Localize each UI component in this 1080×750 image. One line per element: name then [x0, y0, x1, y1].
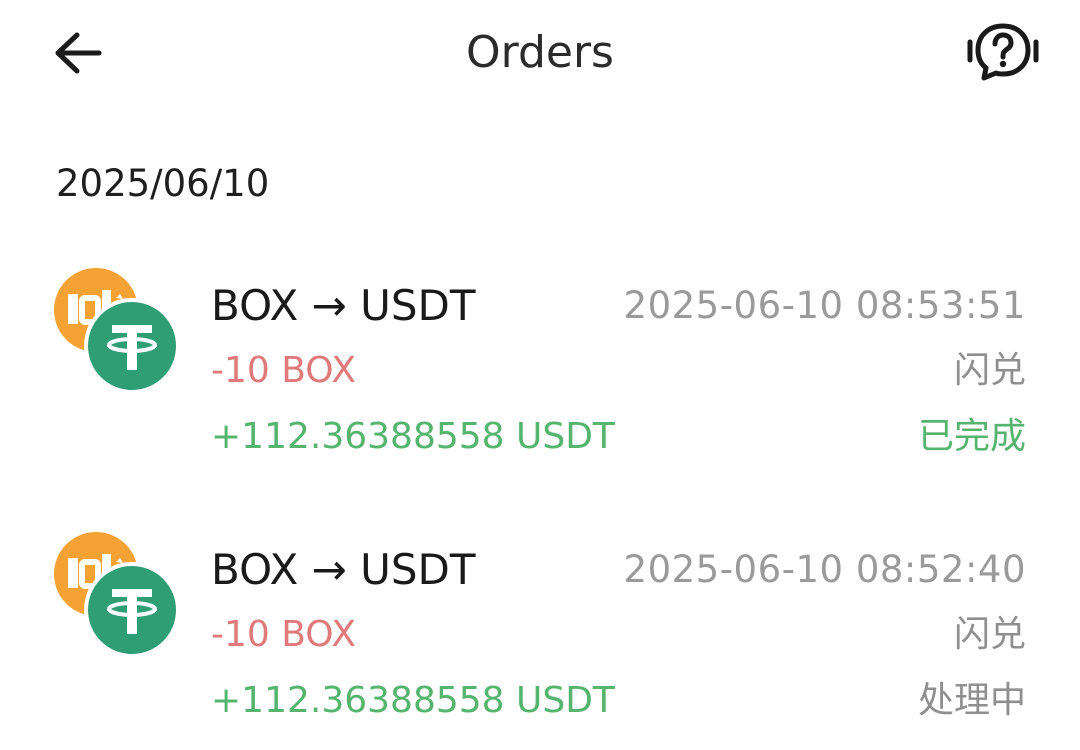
- back-button[interactable]: [48, 26, 106, 80]
- order-type: 闪兑: [953, 350, 1026, 391]
- order-credit-amount: +112.36388558 USDT: [211, 416, 615, 457]
- order-status: 已完成: [917, 416, 1026, 457]
- header-bar: Orders: [0, 0, 1080, 110]
- usdt-coin-icon: [84, 298, 180, 394]
- page-title: Orders: [466, 27, 614, 78]
- order-item[interactable]: BOX → USDT 2025-06-10 08:53:51 -10 BOX 闪…: [0, 268, 1080, 468]
- order-pair: BOX → USDT: [211, 545, 476, 594]
- order-debit-amount: -10 BOX: [211, 614, 357, 655]
- arrow-left-icon: [55, 32, 102, 74]
- coin-pair-icon: [54, 532, 180, 658]
- help-button[interactable]: [962, 20, 1044, 84]
- order-type: 闪兑: [953, 614, 1026, 655]
- usdt-coin-icon: [84, 562, 180, 658]
- order-time: 2025-06-10 08:52:40: [623, 548, 1026, 591]
- order-time: 2025-06-10 08:53:51: [623, 284, 1026, 327]
- order-credit-amount: +112.36388558 USDT: [211, 680, 615, 721]
- coin-pair-icon: [54, 268, 180, 394]
- help-chat-icon: [967, 23, 1039, 81]
- order-pair: BOX → USDT: [211, 281, 476, 330]
- order-debit-amount: -10 BOX: [211, 350, 357, 391]
- orders-screen: Orders 2025/06/10 BOX → USDT 2025-06-10 …: [0, 0, 1080, 750]
- date-group-header: 2025/06/10: [56, 162, 270, 205]
- order-item[interactable]: BOX → USDT 2025-06-10 08:52:40 -10 BOX 闪…: [0, 532, 1080, 732]
- order-status: 处理中: [917, 680, 1026, 721]
